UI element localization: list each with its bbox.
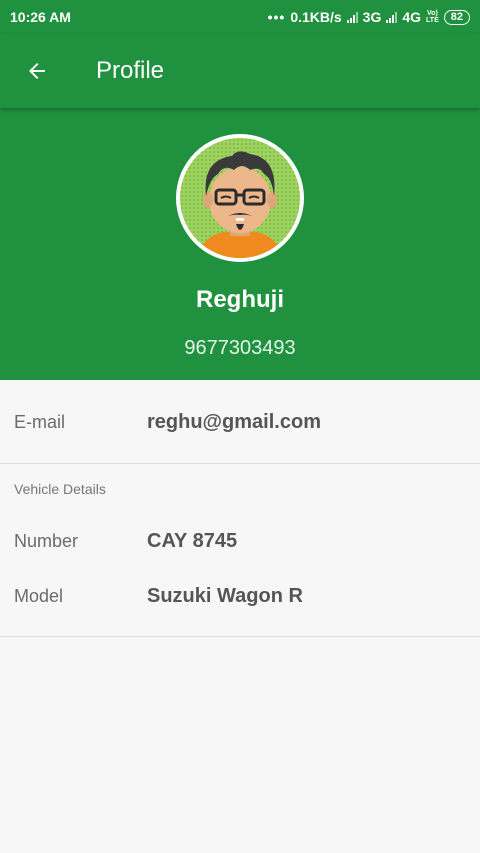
vehicle-section-title: Vehicle Details (14, 481, 106, 497)
vehicle-model-value: Suzuki Wagon R (147, 585, 303, 607)
vehicle-number-label: Number (14, 531, 79, 551)
battery-icon: 82 (443, 9, 470, 25)
status-indicators: ••• 0.1KB/s 3G 4G Vo) LTE 82 (268, 9, 470, 25)
network-speed: 0.1KB/s (290, 9, 342, 25)
network-type-3g: 3G (362, 9, 382, 25)
arrow-left-icon (29, 63, 45, 79)
divider (0, 463, 480, 464)
status-time: 10:26 AM (10, 9, 71, 25)
back-button[interactable] (0, 34, 74, 108)
status-bar: 10:26 AM ••• 0.1KB/s 3G 4G Vo) LTE 82 (0, 0, 480, 34)
avatar-illustration (180, 138, 300, 258)
profile-header: Reghuji 9677303493 (0, 108, 480, 380)
network-type-4g: 4G (402, 9, 422, 25)
volte-icon: Vo) LTE (426, 10, 439, 24)
vehicle-model-label: Model (14, 586, 64, 606)
volte-bottom: LTE (426, 17, 439, 24)
profile-phone: 9677303493 (184, 337, 296, 359)
signal-icon (386, 11, 398, 23)
vehicle-number-value: CAY 8745 (147, 530, 238, 552)
email-value: reghu@gmail.com (147, 411, 321, 433)
notification-dots: ••• (267, 9, 286, 25)
divider (0, 636, 480, 637)
app-bar: Profile (0, 34, 480, 108)
signal-icon (346, 11, 358, 23)
volte-top: Vo) (427, 10, 438, 17)
avatar[interactable] (176, 134, 304, 262)
email-label: E-mail (14, 412, 66, 432)
page-title: Profile (96, 57, 165, 84)
profile-name: Reghuji (196, 286, 284, 313)
battery-level: 82 (450, 11, 463, 23)
